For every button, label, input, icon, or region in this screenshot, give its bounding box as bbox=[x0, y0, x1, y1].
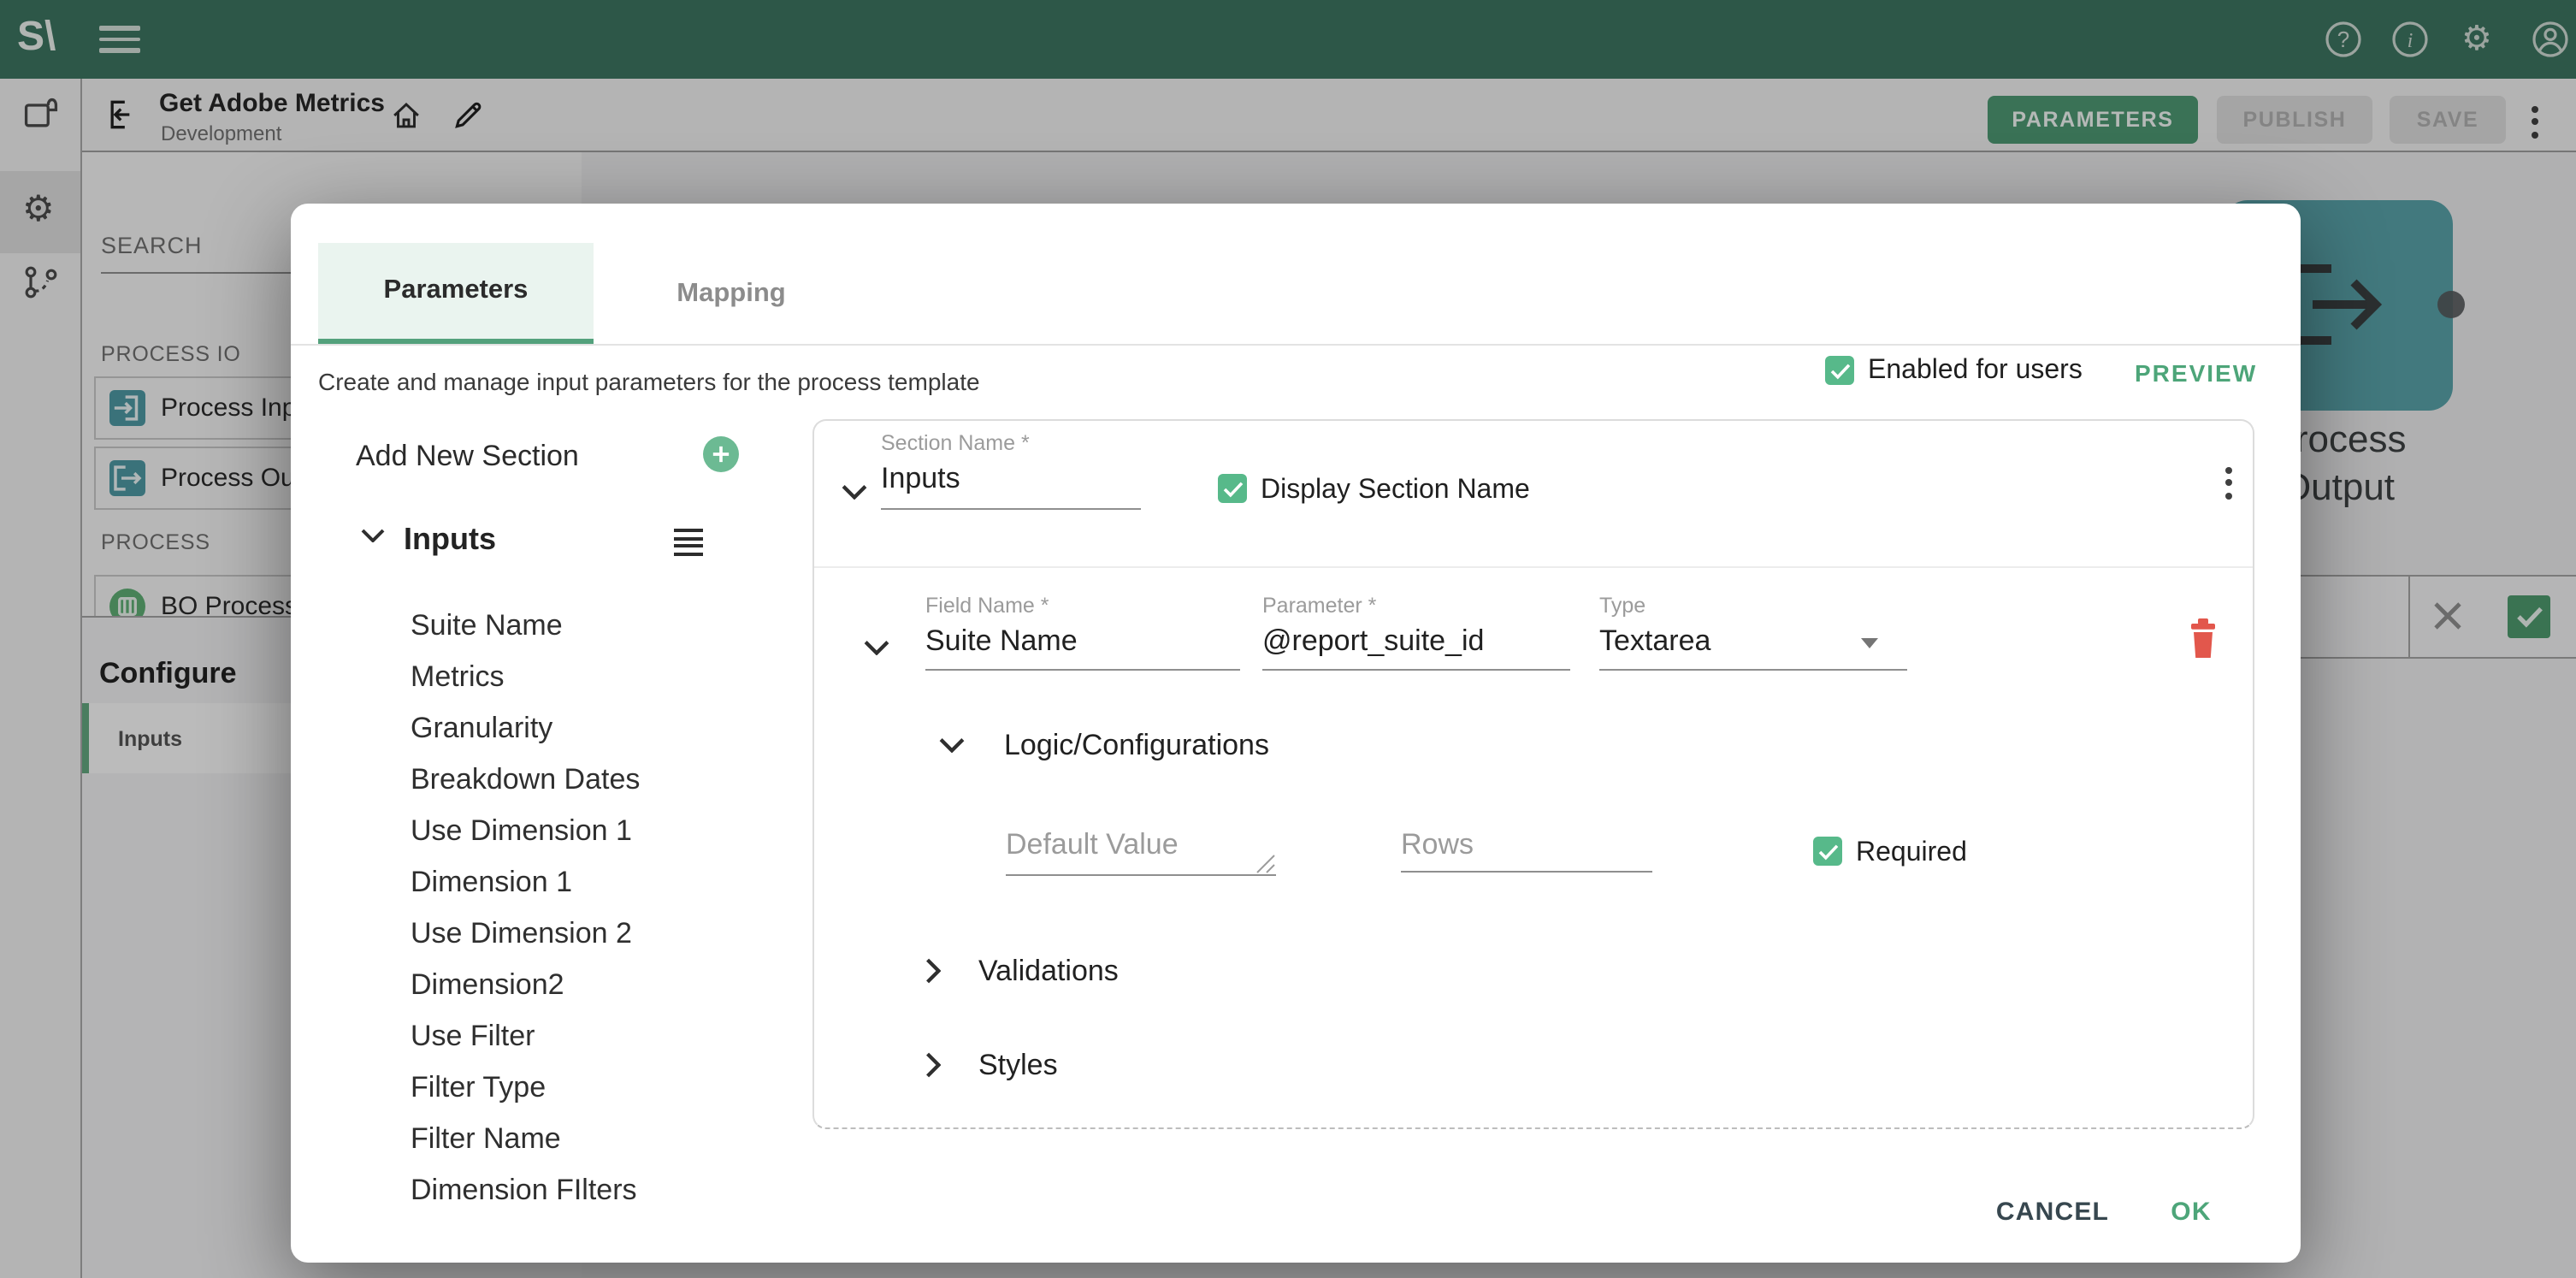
reorder-icon[interactable] bbox=[674, 529, 703, 560]
field-list-item[interactable]: Filter Type bbox=[411, 1071, 546, 1105]
textarea-resize-icon[interactable] bbox=[1256, 854, 1276, 874]
select-caret-icon[interactable] bbox=[1861, 638, 1878, 648]
row-divider bbox=[814, 566, 2253, 568]
field-list-item[interactable]: Filter Name bbox=[411, 1122, 561, 1157]
field-list-item[interactable]: Breakdown Dates bbox=[411, 763, 640, 797]
field-list-item[interactable]: Use Dimension 2 bbox=[411, 917, 632, 951]
field-list-item[interactable]: Dimension2 bbox=[411, 968, 564, 1003]
tab-mapping[interactable]: Mapping bbox=[594, 243, 869, 344]
app-root: S\ ? i ⚙ Get Adobe Metrics Development P… bbox=[0, 0, 2576, 1278]
required-checkbox[interactable] bbox=[1813, 837, 1842, 866]
field-name-input[interactable]: Suite Name bbox=[925, 624, 1078, 659]
field-list-item[interactable]: Metrics bbox=[411, 660, 505, 695]
delete-field-trash-icon[interactable] bbox=[2186, 616, 2220, 660]
field-list-item[interactable]: Granularity bbox=[411, 712, 552, 746]
section-name-input[interactable]: Inputs bbox=[881, 462, 960, 496]
required-label: Required bbox=[1856, 838, 1967, 869]
field-list-item[interactable]: Dimension 1 bbox=[411, 866, 572, 900]
parameter-label: Parameter * bbox=[1262, 594, 1376, 618]
modal-subtitle: Create and manage input parameters for t… bbox=[318, 368, 980, 395]
field-list-item[interactable]: Suite Name bbox=[411, 609, 563, 643]
check-icon bbox=[1829, 362, 1850, 379]
styles-label[interactable]: Styles bbox=[978, 1049, 1058, 1083]
section-row-chevron-icon[interactable] bbox=[842, 484, 867, 500]
parameter-input[interactable]: @report_suite_id bbox=[1262, 624, 1484, 659]
preview-button[interactable]: PREVIEW bbox=[2135, 359, 2257, 387]
section-name-label: Section Name * bbox=[881, 431, 1030, 455]
display-section-name-checkbox[interactable] bbox=[1218, 474, 1247, 503]
field-name-label: Field Name * bbox=[925, 594, 1049, 618]
field-row-chevron-icon[interactable] bbox=[864, 640, 889, 655]
type-select[interactable]: Textarea bbox=[1599, 624, 1710, 659]
field-list-item[interactable]: Dimension FIlters bbox=[411, 1174, 637, 1208]
logic-configurations-label[interactable]: Logic/Configurations bbox=[1004, 729, 1269, 763]
field-list-item[interactable]: Use Dimension 1 bbox=[411, 814, 632, 849]
rows-input[interactable]: Rows bbox=[1401, 828, 1474, 862]
field-editor-panel: Section Name * Inputs Display Section Na… bbox=[812, 419, 2254, 1129]
add-section-plus-icon[interactable] bbox=[703, 436, 739, 472]
type-label: Type bbox=[1599, 594, 1645, 618]
display-section-name-label: Display Section Name bbox=[1261, 476, 1530, 506]
logic-chevron-icon[interactable] bbox=[939, 737, 965, 753]
styles-chevron-icon[interactable] bbox=[925, 1052, 941, 1078]
add-new-section-label: Add New Section bbox=[356, 440, 579, 474]
enabled-for-users-checkbox[interactable] bbox=[1825, 356, 1854, 385]
default-value-textarea[interactable]: Default Value bbox=[1006, 828, 1179, 862]
section-kebab-menu-icon[interactable] bbox=[2224, 460, 2234, 505]
validations-chevron-icon[interactable] bbox=[925, 958, 941, 984]
cancel-button[interactable]: CANCEL bbox=[1976, 1198, 2130, 1227]
section-inputs-label[interactable]: Inputs bbox=[404, 522, 496, 558]
parameters-modal: Parameters Mapping Create and manage inp… bbox=[291, 204, 2301, 1263]
section-collapse-chevron-icon[interactable] bbox=[361, 529, 385, 542]
field-list-item[interactable]: Use Filter bbox=[411, 1020, 535, 1054]
tab-divider bbox=[291, 344, 2301, 346]
tab-parameters[interactable]: Parameters bbox=[318, 243, 594, 344]
validations-label[interactable]: Validations bbox=[978, 955, 1119, 989]
enabled-for-users-label: Enabled for users bbox=[1868, 356, 2083, 387]
ok-button[interactable]: OK bbox=[2154, 1198, 2229, 1227]
